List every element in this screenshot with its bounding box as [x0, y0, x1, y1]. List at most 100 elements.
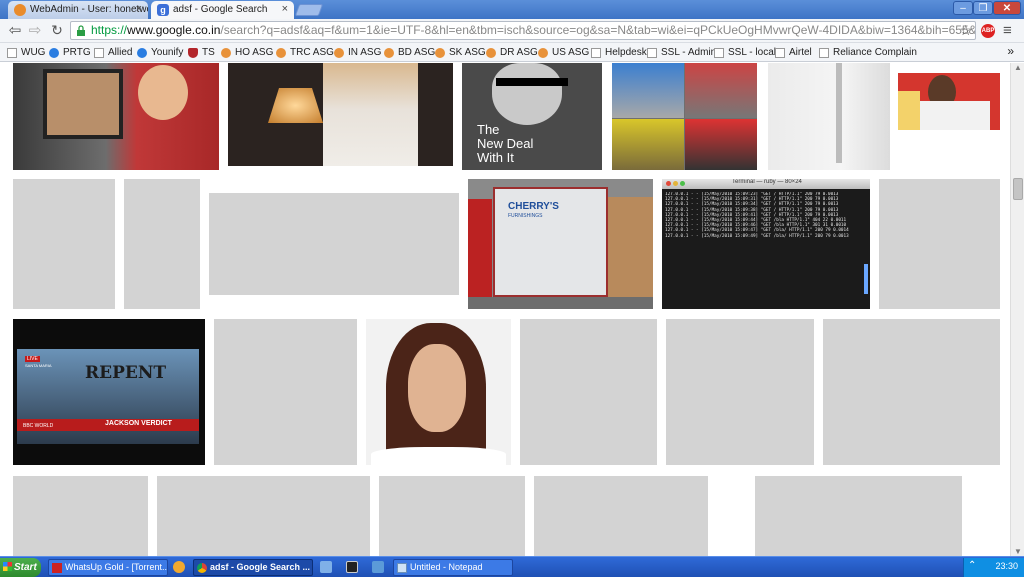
- image-placeholder[interactable]: [823, 319, 1000, 465]
- sunglasses: [496, 78, 568, 86]
- face: [492, 63, 562, 125]
- scroll-up-icon[interactable]: ▲: [1014, 63, 1022, 72]
- bookmark-helpdesk[interactable]: Helpdesk: [591, 45, 647, 60]
- image-result[interactable]: [13, 63, 219, 170]
- asg-icon: [221, 48, 231, 58]
- tv-location: SANTA MARIA: [25, 363, 52, 368]
- bookmark-sk-asg[interactable]: SK ASG: [435, 45, 486, 60]
- adblock-extension-icon[interactable]: ABP: [981, 24, 995, 38]
- tv-word: REPENT: [85, 363, 167, 383]
- bookmark-trc-asg[interactable]: TRC ASG: [276, 45, 334, 60]
- address-bar[interactable]: https://www.google.co.in/search?q=adsf&a…: [70, 21, 976, 40]
- scroll-down-icon[interactable]: ▼: [1014, 547, 1022, 556]
- start-label: Start: [14, 562, 37, 573]
- minimize-dot-icon: [673, 181, 678, 186]
- image-result[interactable]: [228, 63, 453, 166]
- messenger-icon[interactable]: [173, 561, 185, 573]
- url-scheme: https://: [91, 23, 128, 37]
- person: [323, 63, 418, 166]
- image-placeholder[interactable]: [520, 319, 657, 465]
- bookmark-ho-asg[interactable]: HO ASG: [221, 45, 273, 60]
- bookmarks-bar: WUG PRTG Allied Younify TS HO ASG TRC AS…: [0, 43, 1024, 62]
- bookmark-younify[interactable]: Younify: [137, 45, 183, 60]
- forward-arrow-icon[interactable]: ⇨: [26, 22, 44, 40]
- bookmark-us-asg[interactable]: US ASG: [538, 45, 589, 60]
- lock-icon: [77, 25, 85, 36]
- tab-google-search[interactable]: g adsf - Google Search ×: [151, 1, 294, 19]
- bookmark-reliance[interactable]: Reliance Complain: [819, 45, 917, 60]
- lamp: [268, 88, 323, 123]
- bookmark-label: SSL - local: [728, 47, 776, 58]
- scrollbar-thumb[interactable]: [1013, 178, 1023, 200]
- back-arrow-icon[interactable]: ⇦: [6, 22, 24, 40]
- bookmark-wug[interactable]: WUG: [7, 45, 45, 60]
- image-placeholder[interactable]: [157, 476, 370, 556]
- clock[interactable]: 23:30: [995, 561, 1018, 571]
- bookmark-bd-asg[interactable]: BD ASG: [384, 45, 435, 60]
- tab-title: WebAdmin - User: honetworl: [30, 4, 148, 15]
- minimize-icon[interactable]: –: [953, 1, 973, 15]
- close-tab-icon[interactable]: ×: [282, 3, 288, 15]
- system-tray: ⌃ 23:30: [963, 558, 1024, 577]
- page-icon: [591, 48, 601, 58]
- close-tab-icon[interactable]: ×: [136, 3, 142, 15]
- maximize-icon[interactable]: ❐: [973, 1, 993, 15]
- bookmark-ssl-local[interactable]: SSL - local: [714, 45, 776, 60]
- close-window-icon[interactable]: ✕: [993, 1, 1021, 15]
- task-google-chrome[interactable]: adsf - Google Search ...: [193, 559, 313, 576]
- image-result[interactable]: [898, 73, 1000, 130]
- tab-webadmin[interactable]: WebAdmin - User: honetworl ×: [8, 1, 148, 19]
- bookmark-allied[interactable]: Allied: [94, 45, 132, 60]
- image-result[interactable]: CHERRY'S FURNISHINGS: [468, 179, 653, 309]
- page-icon: [647, 48, 657, 58]
- neighbor-shop: [468, 199, 492, 299]
- bookmark-in-asg[interactable]: IN ASG: [334, 45, 381, 60]
- image-placeholder[interactable]: [13, 179, 115, 309]
- reload-icon[interactable]: ↻: [48, 22, 66, 40]
- bookmark-airtel[interactable]: Airtel: [775, 45, 812, 60]
- command-prompt-icon[interactable]: [346, 561, 358, 573]
- store-sign: CHERRY'S: [508, 201, 559, 212]
- terminal-scrollbar: [864, 264, 868, 294]
- bookmark-ssl-admin[interactable]: SSL - Admin: [647, 45, 716, 60]
- image-result[interactable]: REPENT LIVE SANTA MARIA JACKSON VERDICT …: [13, 319, 205, 465]
- bookmark-star-icon[interactable]: ☆: [959, 22, 972, 39]
- image-placeholder[interactable]: [666, 319, 814, 465]
- image-placeholder[interactable]: [755, 476, 962, 556]
- image-placeholder[interactable]: [534, 476, 708, 556]
- image-placeholder[interactable]: [209, 193, 459, 295]
- task-notepad[interactable]: Untitled - Notepad: [393, 559, 513, 576]
- bookmark-prtg[interactable]: PRTG: [49, 45, 91, 60]
- collage-tile: [685, 63, 757, 118]
- wrench-menu-icon[interactable]: ≡: [1003, 22, 1012, 39]
- more-bookmarks-icon[interactable]: »: [1007, 44, 1014, 58]
- bookmark-label: Younify: [151, 47, 184, 58]
- image-placeholder[interactable]: [214, 319, 357, 465]
- bookmark-ts[interactable]: TS: [188, 45, 215, 60]
- remote-desktop-icon[interactable]: [372, 561, 384, 573]
- image-placeholder[interactable]: [13, 476, 148, 556]
- image-result[interactable]: [768, 63, 890, 170]
- url-path: /search?q=adsf&aq=f&um=1&ie=UTF-8&hl=en&…: [220, 23, 976, 37]
- bookmark-dr-asg[interactable]: DR ASG: [486, 45, 538, 60]
- image-result[interactable]: [366, 319, 511, 465]
- page-scrollbar[interactable]: ▲ ▼: [1010, 63, 1024, 556]
- image-placeholder[interactable]: [879, 179, 1000, 309]
- bookmark-label: DR ASG: [500, 47, 538, 58]
- chrome-icon: [197, 563, 207, 573]
- image-result[interactable]: [612, 63, 757, 170]
- bookmark-label: Airtel: [789, 47, 812, 58]
- network-icon[interactable]: [320, 561, 332, 573]
- image-placeholder[interactable]: [124, 179, 200, 309]
- show-hidden-icons-icon[interactable]: ⌃: [968, 560, 976, 571]
- windows-taskbar: Start WhatsUp Gold - [Torrent... adsf - …: [0, 556, 1024, 577]
- new-tab-button[interactable]: [294, 4, 324, 16]
- start-button[interactable]: Start: [0, 558, 41, 577]
- image-result[interactable]: Terminal — ruby — 80×24 127.0.0.1 - - [1…: [662, 179, 870, 309]
- door-frame: [836, 63, 842, 163]
- image-placeholder[interactable]: [379, 476, 525, 556]
- collage-tile: [612, 63, 684, 118]
- image-result[interactable]: The New Deal With It: [462, 63, 602, 170]
- task-whatsup-gold[interactable]: WhatsUp Gold - [Torrent...: [48, 559, 168, 576]
- boarded-window: [608, 197, 653, 309]
